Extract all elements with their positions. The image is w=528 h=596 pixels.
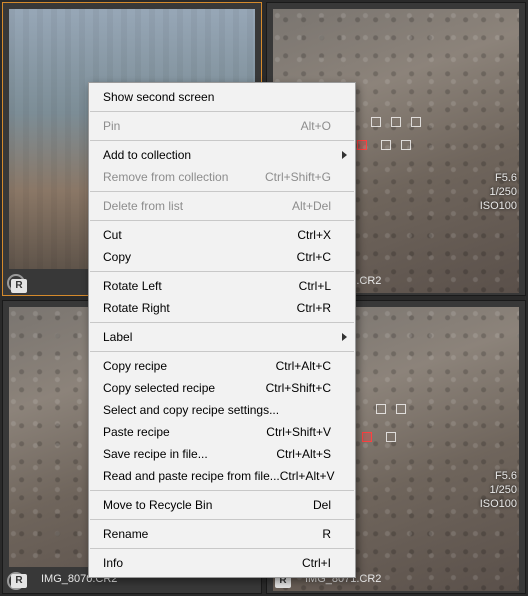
menu-copy-selected-recipe[interactable]: Copy selected recipe Ctrl+Shift+C <box>89 377 355 399</box>
menu-paste-recipe[interactable]: Paste recipe Ctrl+Shift+V <box>89 421 355 443</box>
menu-separator <box>90 548 354 549</box>
menu-rotate-left[interactable]: Rotate Left Ctrl+L <box>89 275 355 297</box>
menu-info[interactable]: Info Ctrl+I <box>89 552 355 574</box>
raw-badge: R <box>11 279 27 293</box>
menu-separator <box>90 322 354 323</box>
menu-show-second-screen[interactable]: Show second screen <box>89 86 355 108</box>
menu-remove-from-collection[interactable]: Remove from collection Ctrl+Shift+G <box>89 166 355 188</box>
menu-label[interactable]: Label <box>89 326 355 348</box>
iso-value: ISO100 <box>480 498 517 512</box>
menu-read-paste-recipe-file[interactable]: Read and paste recipe from file... Ctrl+… <box>89 465 355 487</box>
menu-separator <box>90 519 354 520</box>
shutter-value: 1/250 <box>480 484 517 498</box>
exif-overlay: F5.6 1/250 ISO100 <box>480 470 517 511</box>
menu-delete-from-list[interactable]: Delete from list Alt+Del <box>89 195 355 217</box>
context-menu: Show second screen Pin Alt+O Add to coll… <box>88 82 356 578</box>
menu-copy-recipe[interactable]: Copy recipe Ctrl+Alt+C <box>89 355 355 377</box>
exif-overlay: F5.6 1/250 ISO100 <box>480 172 517 213</box>
menu-move-to-recycle-bin[interactable]: Move to Recycle Bin Del <box>89 494 355 516</box>
menu-select-copy-recipe-settings[interactable]: Select and copy recipe settings... <box>89 399 355 421</box>
shutter-value: 1/250 <box>480 186 517 200</box>
menu-add-to-collection[interactable]: Add to collection <box>89 144 355 166</box>
menu-rename[interactable]: Rename R <box>89 523 355 545</box>
menu-separator <box>90 220 354 221</box>
aperture-value: F5.6 <box>480 470 517 484</box>
iso-value: ISO100 <box>480 200 517 214</box>
raw-badge: R <box>11 574 27 588</box>
menu-separator <box>90 191 354 192</box>
menu-pin[interactable]: Pin Alt+O <box>89 115 355 137</box>
menu-cut[interactable]: Cut Ctrl+X <box>89 224 355 246</box>
menu-save-recipe-file[interactable]: Save recipe in file... Ctrl+Alt+S <box>89 443 355 465</box>
menu-separator <box>90 490 354 491</box>
aperture-value: F5.6 <box>480 172 517 186</box>
menu-separator <box>90 271 354 272</box>
thumbnail-filename <box>35 282 47 290</box>
menu-copy[interactable]: Copy Ctrl+C <box>89 246 355 268</box>
menu-separator <box>90 351 354 352</box>
menu-separator <box>90 111 354 112</box>
menu-separator <box>90 140 354 141</box>
menu-rotate-right[interactable]: Rotate Right Ctrl+R <box>89 297 355 319</box>
